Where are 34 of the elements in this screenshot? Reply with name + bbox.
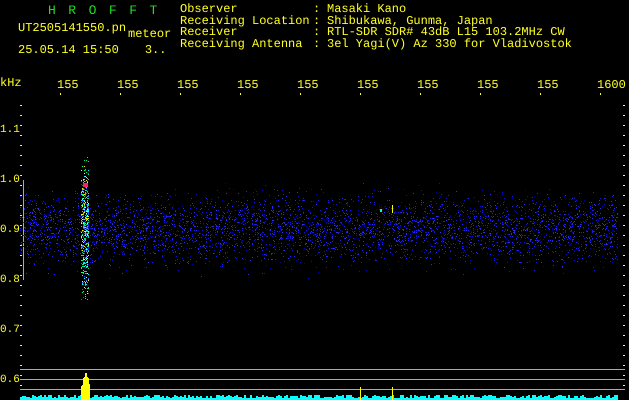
info-value: RTL-SDR SDR# 43dB L15 103.2MHz CW [327,27,565,38]
frequency-label: 155 [117,78,139,92]
info-label: Receiving Location [180,16,311,27]
info-label: Observer [180,4,238,16]
frequency-label: 155 [237,78,259,92]
frequency-label: 155 [177,78,199,92]
event-type: meteor [128,27,172,41]
info-label: Receiver [180,27,238,38]
info-separator: : [313,27,322,38]
info-separator: : [313,4,322,16]
info-label: Receiving Antenna [180,38,304,50]
info-separator: : [313,38,322,50]
frequency-label: 0.9 [0,224,20,236]
info-value: 3el Yagi(V) Az 330 for Vladivostok [327,38,572,50]
frequency-label: 1600 [597,78,626,92]
frequency-label: 155 [357,78,379,92]
frequency-label: 155 [297,78,319,92]
frequency-label: 155 [57,78,79,92]
app-title: HROFFT [47,4,171,18]
frequency-label: 155 [417,78,439,92]
frequency-label: 0.8 [0,274,20,286]
frequency-label: 1.1 [0,124,20,136]
event-count: 3.. [144,43,166,57]
info-separator: : [313,16,322,27]
file-name: UT2505141550.pn [18,21,126,35]
frequency-label: 155 [537,78,559,92]
frequency-label: 0.7 [0,324,20,336]
info-value: Masaki Kano [327,4,408,16]
frequency-label: 155 [477,78,499,92]
frequency-label: 0.6 [0,374,20,386]
axis-unit: kHz [0,76,22,90]
frequency-label: 1.0 [0,174,20,186]
date-time: 25.05.14 15:50 [18,43,119,57]
info-value: Shibukawa, Gunma, Japan [327,16,493,27]
